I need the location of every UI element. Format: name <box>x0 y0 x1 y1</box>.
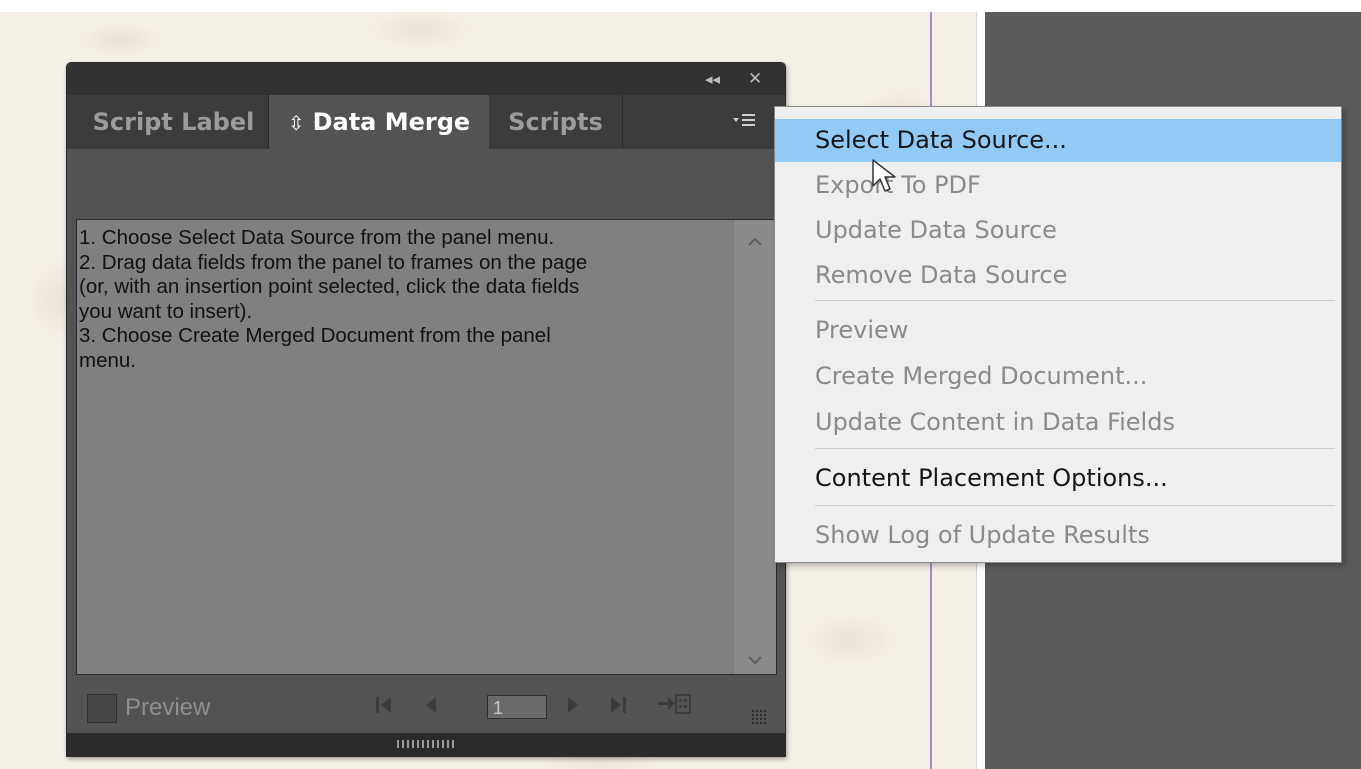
panel-footer[interactable] <box>67 733 785 756</box>
panel-bottom-bar: Preview 1 <box>67 675 785 733</box>
data-merge-panel: ◂◂ ✕ Script Label ⇳ Data Merge Scripts 1.… <box>66 62 786 757</box>
menu-item-preview[interactable]: Preview <box>775 309 1341 352</box>
menu-separator <box>815 505 1335 506</box>
scroll-down-icon[interactable] <box>734 646 776 670</box>
tab-script-label[interactable]: Script Label <box>79 95 269 149</box>
panel-drag-grip-icon[interactable] <box>397 740 455 748</box>
menu-item-show-log-of-update-results[interactable]: Show Log of Update Results <box>775 514 1341 557</box>
preview-checkbox[interactable] <box>87 694 117 723</box>
panel-menu-icon[interactable] <box>731 111 759 133</box>
menu-item-create-merged-document[interactable]: Create Merged Document... <box>775 355 1341 398</box>
last-record-icon[interactable] <box>607 693 629 724</box>
menu-separator <box>815 448 1335 449</box>
menu-item-update-data-source[interactable]: Update Data Source <box>775 209 1341 252</box>
menu-separator <box>815 300 1335 301</box>
tab-scripts[interactable]: Scripts <box>489 95 623 149</box>
scroll-up-icon[interactable] <box>734 228 776 252</box>
menu-item-remove-data-source[interactable]: Remove Data Source <box>775 254 1341 297</box>
first-record-icon[interactable] <box>373 693 395 724</box>
preview-label: Preview <box>125 694 211 721</box>
tab-expand-icon: ⇳ <box>287 111 305 135</box>
record-number-field[interactable]: 1 <box>487 695 547 719</box>
menu-item-content-placement-options[interactable]: Content Placement Options... <box>775 457 1341 500</box>
mouse-pointer-icon <box>872 159 896 192</box>
data-fields-list[interactable]: 1. Choose Select Data Source from the pa… <box>76 219 777 675</box>
panel-flyout-menu: Select Data Source... Export To PDF Upda… <box>774 106 1342 563</box>
resize-grip-icon[interactable] <box>751 709 767 725</box>
tab-data-merge[interactable]: ⇳ Data Merge <box>269 95 489 149</box>
close-panel-icon[interactable]: ✕ <box>748 69 762 89</box>
collapse-panel-icon[interactable]: ◂◂ <box>705 69 720 89</box>
next-record-icon[interactable] <box>565 693 581 724</box>
instructions-text: 1. Choose Select Data Source from the pa… <box>79 226 588 372</box>
document-top-edge <box>0 0 1361 12</box>
panel-tab-bar: Script Label ⇳ Data Merge Scripts <box>67 95 785 149</box>
create-merged-document-icon[interactable] <box>657 692 691 723</box>
vertical-scrollbar[interactable] <box>733 220 776 674</box>
panel-title-bar[interactable]: ◂◂ ✕ <box>67 63 785 95</box>
menu-item-export-to-pdf[interactable]: Export To PDF <box>775 164 1341 207</box>
tab-data-merge-label: Data Merge <box>312 108 471 136</box>
menu-item-select-data-source[interactable]: Select Data Source... <box>775 119 1341 162</box>
menu-item-update-content-in-data-fields[interactable]: Update Content in Data Fields <box>775 401 1341 444</box>
previous-record-icon[interactable] <box>423 693 439 724</box>
